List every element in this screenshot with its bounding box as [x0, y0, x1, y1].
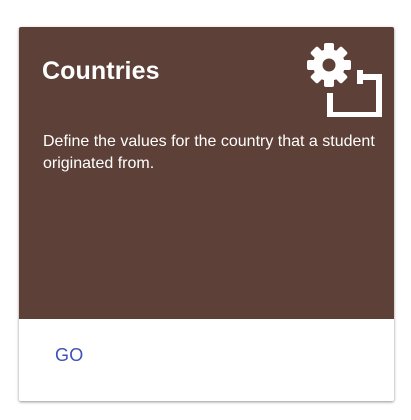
settings-gear-icon — [303, 37, 383, 117]
card-description: Define the values for the country that a… — [43, 133, 375, 172]
card-title: Countries — [42, 57, 160, 85]
card-header: Countries Define the values for the coun… — [19, 27, 394, 319]
countries-card: Countries Define the values for the coun… — [19, 27, 394, 401]
card-actions: GO — [19, 319, 394, 401]
go-button[interactable]: GO — [43, 337, 96, 373]
